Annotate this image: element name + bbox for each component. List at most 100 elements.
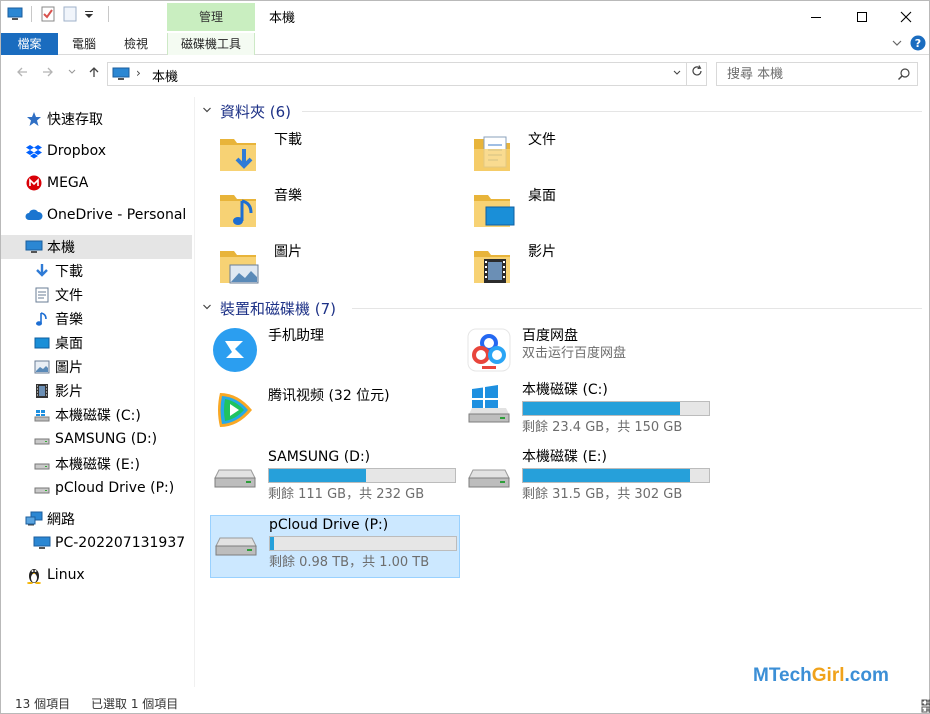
tab-file[interactable]: 檔案 bbox=[1, 33, 58, 55]
drive-c-usage-bar bbox=[522, 401, 710, 416]
address-bar[interactable]: › 本機 bbox=[107, 62, 687, 86]
collapse-chevron-icon[interactable] bbox=[202, 105, 212, 118]
device-tile-drive-p[interactable]: pCloud Drive (P:) 剩餘 0.98 TB，共 1.00 TB bbox=[210, 515, 460, 578]
sidebar-item-videos[interactable]: 影片 bbox=[1, 379, 192, 403]
arrow-right-icon bbox=[43, 67, 53, 77]
tab-computer[interactable]: 電腦 bbox=[61, 33, 107, 55]
drive-e-usage-fill bbox=[523, 469, 690, 482]
video-icon bbox=[33, 382, 51, 400]
baidu-netdisk-icon bbox=[466, 327, 516, 377]
device-tile-phone-assistant[interactable]: 手机助理 bbox=[212, 327, 458, 377]
pc-icon[interactable] bbox=[7, 6, 23, 22]
sidebar-item-network-pc[interactable]: PC-202207131937 bbox=[1, 531, 192, 555]
pc-icon bbox=[112, 67, 130, 84]
breadcrumb-chevron-icon[interactable]: › bbox=[136, 66, 141, 80]
back-button[interactable] bbox=[13, 65, 31, 83]
drive-icon bbox=[466, 448, 516, 498]
group-header-folders[interactable]: 資料夾 (6) bbox=[202, 100, 922, 122]
device-tile-baidu-netdisk[interactable]: 百度网盘 双击运行百度网盘 bbox=[466, 327, 712, 377]
sidebar-item-music[interactable]: 音樂 bbox=[1, 307, 192, 331]
sidebar-item-linux[interactable]: Linux bbox=[1, 563, 192, 587]
explorer-window: 管理 本機 檔案 電腦 檢視 磁碟機工具 ? › 本機 搜尋 本機 快速存取 D… bbox=[0, 0, 930, 714]
sidebar-item-this-pc[interactable]: 本機 bbox=[1, 235, 192, 259]
sidebar-item-documents[interactable]: 文件 bbox=[1, 283, 192, 307]
title-bar: 管理 本機 bbox=[1, 1, 929, 33]
maximize-button[interactable] bbox=[839, 1, 885, 33]
pc-icon bbox=[33, 534, 51, 552]
ribbon-tabs: 檔案 電腦 檢視 磁碟機工具 ? bbox=[1, 33, 929, 55]
search-icon[interactable] bbox=[897, 67, 911, 84]
search-input[interactable] bbox=[717, 63, 887, 85]
device-tile-drive-e[interactable]: 本機磁碟 (E:) 剩餘 31.5 GB，共 302 GB bbox=[466, 448, 712, 510]
status-item-count: 13 個項目 bbox=[15, 697, 71, 711]
drive-icon bbox=[33, 430, 51, 448]
sidebar-item-drive-d[interactable]: SAMSUNG (D:) bbox=[1, 427, 192, 451]
device-tile-drive-c[interactable]: 本機磁碟 (C:) 剩餘 23.4 GB，共 150 GB bbox=[466, 381, 712, 443]
sidebar-item-dropbox[interactable]: Dropbox bbox=[1, 139, 192, 163]
search-box[interactable] bbox=[716, 62, 918, 86]
star-icon bbox=[25, 110, 43, 128]
group-header-devices[interactable]: 裝置和磁碟機 (7) bbox=[202, 297, 922, 319]
download-icon bbox=[33, 262, 51, 280]
drive-e-usage-bar bbox=[522, 468, 710, 483]
up-button[interactable] bbox=[85, 65, 103, 83]
ribbon-expand-button[interactable] bbox=[891, 37, 903, 52]
sidebar-item-drive-c[interactable]: 本機磁碟 (C:) bbox=[1, 403, 192, 427]
drive-icon bbox=[213, 516, 263, 566]
folder-tile-downloads[interactable]: 下載 bbox=[218, 131, 458, 179]
help-icon: ? bbox=[910, 35, 926, 51]
sidebar-item-desktop[interactable]: 桌面 bbox=[1, 331, 192, 355]
minimize-button[interactable] bbox=[793, 1, 839, 33]
sidebar-item-drive-e[interactable]: 本機磁碟 (E:) bbox=[1, 452, 192, 476]
drive-icon bbox=[33, 455, 51, 473]
desktop-icon bbox=[33, 334, 51, 352]
folder-tile-videos[interactable]: 影片 bbox=[472, 243, 712, 291]
folder-tile-documents[interactable]: 文件 bbox=[472, 131, 712, 179]
sidebar-item-drive-p[interactable]: pCloud Drive (P:) bbox=[1, 476, 192, 500]
sidebar-item-onedrive[interactable]: OneDrive - Personal bbox=[1, 203, 192, 227]
device-tile-tencent-video[interactable]: 腾讯视频 (32 位元) bbox=[212, 387, 458, 437]
properties-icon[interactable] bbox=[40, 6, 56, 22]
refresh-button[interactable] bbox=[687, 62, 707, 86]
close-button[interactable] bbox=[883, 1, 929, 33]
tab-drive-tools[interactable]: 磁碟機工具 bbox=[167, 33, 255, 55]
address-dropdown-icon[interactable] bbox=[672, 66, 682, 83]
drive-d-usage-bar bbox=[268, 468, 456, 483]
folder-tile-desktop[interactable]: 桌面 bbox=[472, 187, 712, 235]
sidebar-item-mega[interactable]: MEGA bbox=[1, 171, 192, 195]
mega-icon bbox=[25, 174, 43, 192]
sidebar-item-downloads[interactable]: 下載 bbox=[1, 259, 192, 283]
breadcrumb-current[interactable]: 本機 bbox=[152, 66, 178, 85]
help-button[interactable]: ? bbox=[910, 35, 926, 54]
arrow-left-icon bbox=[17, 67, 27, 77]
drive-icon bbox=[212, 448, 262, 498]
picture-icon bbox=[33, 358, 51, 376]
navigation-bar: › 本機 bbox=[1, 59, 929, 89]
windows-drive-icon bbox=[466, 381, 516, 431]
new-folder-icon[interactable] bbox=[62, 6, 78, 22]
large-icons-view-icon[interactable] bbox=[921, 699, 930, 714]
phone-assistant-icon bbox=[212, 327, 262, 377]
desktop-folder-icon bbox=[472, 187, 522, 237]
sidebar-item-pictures[interactable]: 圖片 bbox=[1, 355, 192, 379]
minimize-icon bbox=[811, 17, 821, 18]
sidebar-item-network[interactable]: 網路 bbox=[1, 507, 192, 531]
folder-tile-pictures[interactable]: 圖片 bbox=[218, 243, 458, 291]
recent-locations-button[interactable] bbox=[63, 65, 81, 83]
sidebar-item-quick-access[interactable]: 快速存取 bbox=[1, 107, 192, 131]
customize-dropdown-icon[interactable] bbox=[84, 6, 100, 22]
quick-access-toolbar bbox=[7, 6, 111, 22]
forward-button[interactable] bbox=[39, 65, 57, 83]
collapse-chevron-icon[interactable] bbox=[202, 302, 212, 315]
folder-tile-music[interactable]: 音樂 bbox=[218, 187, 458, 235]
status-selected-count: 已選取 1 個項目 bbox=[91, 697, 179, 711]
download-folder-icon bbox=[218, 131, 268, 181]
pane-divider[interactable] bbox=[194, 97, 195, 687]
context-tab-group-manage: 管理 bbox=[167, 3, 255, 31]
drive-p-usage-fill bbox=[270, 537, 274, 550]
device-tile-drive-d[interactable]: SAMSUNG (D:) 剩餘 111 GB，共 232 GB bbox=[212, 448, 458, 510]
status-bar: 13 個項目 已選取 1 個項目 bbox=[1, 691, 930, 714]
music-folder-icon bbox=[218, 187, 268, 237]
chevron-down-icon bbox=[68, 69, 76, 74]
tab-view[interactable]: 檢視 bbox=[113, 33, 159, 55]
